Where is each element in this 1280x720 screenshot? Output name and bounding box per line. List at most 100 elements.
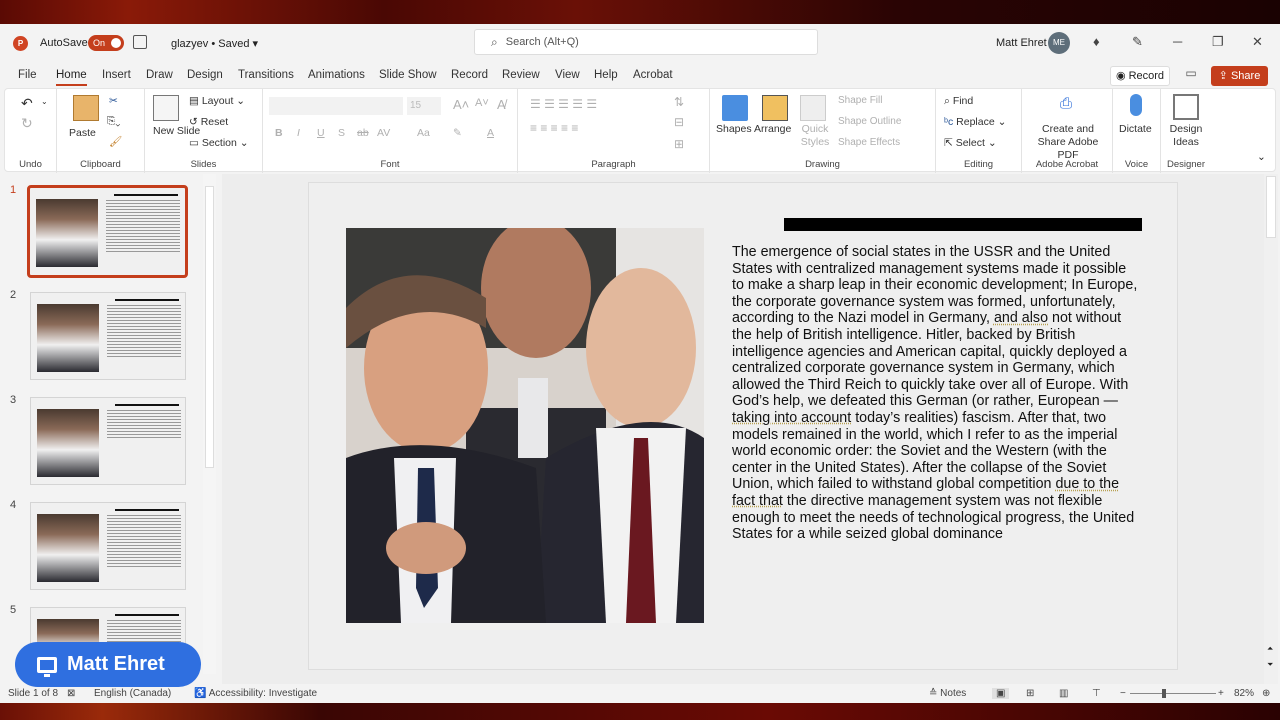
ribbon-collapse-icon[interactable]: ⌄ [1257, 151, 1266, 163]
comment-icon: ▭ [1185, 66, 1197, 80]
group-label-slides: Slides [190, 159, 217, 170]
paste-button[interactable]: Paste [69, 127, 96, 139]
reset-button[interactable]: ↺ Reset [189, 116, 228, 128]
group-designer: Design Ideas Designer [1161, 89, 1211, 173]
microphone-icon[interactable] [1130, 94, 1142, 116]
accessibility-status[interactable]: ♿ Accessibility: Investigate [194, 688, 317, 699]
undo-icon[interactable]: ↶ [21, 95, 33, 112]
font-size-input[interactable]: 15 [407, 97, 441, 115]
tab-file[interactable]: File [18, 69, 37, 81]
accessibility-label: Accessibility: Investigate [208, 688, 318, 699]
arrange-button[interactable]: Arrange [754, 123, 791, 135]
thumbnail-number: 5 [10, 604, 17, 616]
grammar-flagged-text[interactable]: and also [994, 310, 1048, 326]
user-name[interactable]: Matt Ehret [996, 37, 1047, 49]
search-box[interactable]: ⌕ Search (Alt+Q) [474, 29, 818, 55]
new-slide-icon[interactable] [153, 95, 179, 121]
zoom-slider-handle[interactable] [1162, 689, 1166, 698]
record-button[interactable]: ◉ Record [1110, 66, 1170, 86]
comments-button[interactable]: ▭ [1180, 66, 1202, 86]
close-button[interactable]: ✕ [1252, 34, 1263, 50]
slide-thumbnails-pane: 1 2 3 4 5 [0, 174, 218, 684]
reset-label: Reset [200, 116, 229, 128]
fit-slide-icon[interactable]: ⊕ [1262, 688, 1270, 699]
document-name[interactable]: glazyev • Saved ▾ [171, 37, 258, 50]
grammar-flagged-text[interactable]: taking into account [732, 410, 851, 426]
layout-button[interactable]: ▤ Layout ⌄ [189, 95, 245, 107]
diamond-icon[interactable]: ♦ [1093, 34, 1100, 49]
zoom-level[interactable]: 82% [1234, 688, 1254, 699]
tab-design[interactable]: Design [187, 69, 223, 81]
slide-scrollbar[interactable]: ⏶ ⏷ [1264, 174, 1278, 684]
tab-insert[interactable]: Insert [102, 69, 131, 81]
tab-home[interactable]: Home [56, 69, 87, 86]
tab-transitions[interactable]: Transitions [238, 69, 294, 81]
photo-image [346, 228, 704, 623]
tab-help[interactable]: Help [594, 69, 618, 81]
section-label: Section [201, 137, 237, 149]
avatar[interactable]: ME [1048, 32, 1070, 54]
reading-view-button[interactable]: ▥ [1059, 688, 1068, 699]
language-status[interactable]: English (Canada) [94, 688, 171, 699]
decrease-font-icon: A˅ [475, 97, 489, 109]
spell-check-icon[interactable]: ⊠ [67, 688, 75, 699]
save-icon[interactable] [133, 35, 147, 49]
copy-icon[interactable]: ⎘⌄ [107, 115, 120, 128]
slide-thumbnail[interactable] [27, 185, 188, 278]
tab-review[interactable]: Review [502, 69, 540, 81]
zoom-out-button[interactable]: − [1120, 688, 1126, 699]
scrollbar-thumb[interactable] [1266, 176, 1276, 238]
minimize-button[interactable]: ─ [1173, 34, 1182, 49]
autosave-toggle[interactable]: On [88, 35, 124, 51]
arrange-icon[interactable] [762, 95, 788, 121]
tab-record[interactable]: Record [451, 69, 488, 81]
next-slide-icon[interactable]: ⏷ [1267, 660, 1273, 670]
slide-title-bar[interactable] [784, 218, 1142, 231]
replace-button[interactable]: ᵇc Replace ⌄ [944, 116, 1006, 128]
find-button[interactable]: ⌕ Find [944, 95, 973, 108]
autosave-state: On [93, 38, 106, 48]
slide[interactable]: The emergence of social states in the US… [308, 182, 1178, 670]
tab-slide-show[interactable]: Slide Show [379, 69, 437, 81]
shapes-button[interactable]: Shapes [716, 123, 752, 135]
shapes-icon[interactable] [722, 95, 748, 121]
replace-label: Replace [956, 116, 995, 128]
format-painter-icon[interactable]: 🖌 [109, 135, 122, 148]
pen-icon[interactable]: ✎ [1132, 34, 1143, 50]
font-name-input[interactable] [269, 97, 403, 115]
slide-thumbnail[interactable] [30, 502, 186, 590]
strikethrough-button: ab [357, 127, 369, 139]
ribbon: ↶ ⌄ ↻ Undo Paste ✂ ⎘⌄ 🖌 Clipboard New Sl… [4, 88, 1276, 173]
previous-slide-icon[interactable]: ⏶ [1267, 644, 1273, 654]
normal-view-button[interactable]: ▣ [992, 688, 1010, 699]
tab-draw[interactable]: Draw [146, 69, 173, 81]
section-button[interactable]: ▭ Section ⌄ [189, 137, 249, 149]
tab-view[interactable]: View [555, 69, 580, 81]
design-ideas-button[interactable]: Design Ideas [1169, 123, 1203, 149]
share-button[interactable]: ⇪ Share [1211, 66, 1268, 86]
slide-counter: Slide 1 of 8 [8, 688, 59, 699]
slide-thumbnail[interactable] [30, 397, 186, 485]
undo-dropdown-icon[interactable]: ⌄ [41, 97, 48, 106]
design-ideas-icon[interactable] [1173, 94, 1199, 120]
tab-animations[interactable]: Animations [308, 69, 365, 81]
dictate-button[interactable]: Dictate [1119, 123, 1152, 135]
pdf-share-icon[interactable]: ⎙ [1060, 95, 1072, 112]
slide-photo[interactable] [346, 228, 704, 623]
scrollbar-thumb[interactable] [205, 186, 214, 468]
slide-sorter-button[interactable]: ⊞ [1026, 688, 1034, 699]
tab-acrobat[interactable]: Acrobat [633, 69, 673, 81]
restore-button[interactable]: ❐ [1212, 34, 1224, 50]
zoom-in-button[interactable]: + [1218, 688, 1224, 699]
slide-body-text[interactable]: The emergence of social states in the US… [732, 244, 1142, 543]
slide-thumbnail[interactable] [30, 292, 186, 380]
cut-icon[interactable]: ✂ [109, 95, 118, 107]
zoom-slider[interactable] [1130, 689, 1216, 698]
notes-button[interactable]: ≙ Notes [929, 688, 966, 699]
create-share-pdf-button[interactable]: Create and Share Adobe PDF [1028, 123, 1108, 162]
select-button[interactable]: ⇱ Select ⌄ [944, 137, 997, 149]
thumbnail-photo [36, 199, 98, 267]
paste-icon[interactable] [73, 95, 99, 121]
slideshow-button[interactable]: ⊤ [1092, 688, 1101, 699]
thumbnails-scrollbar[interactable] [203, 174, 216, 674]
